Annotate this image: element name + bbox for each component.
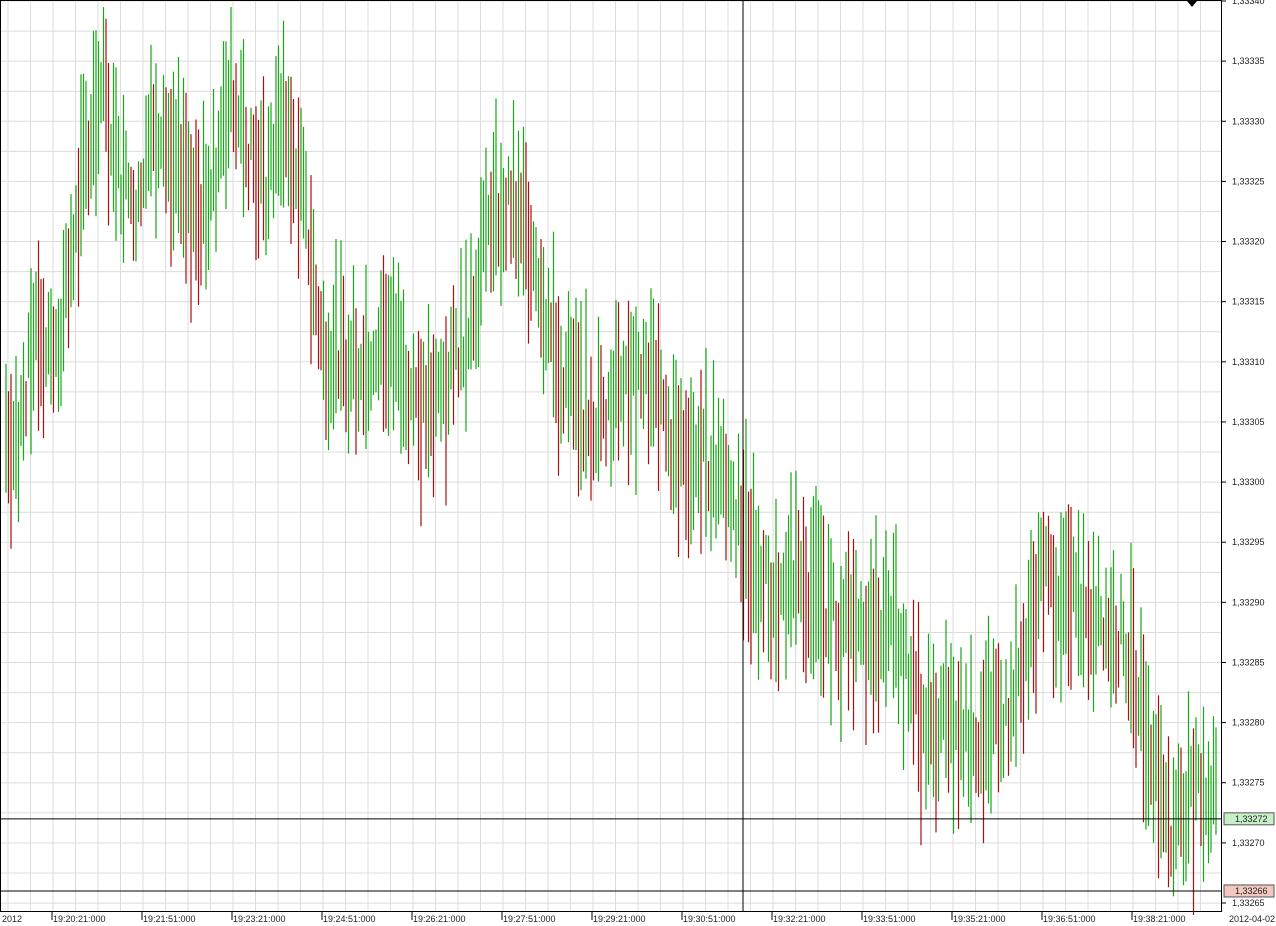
y-tick-label: 1,33265 <box>1232 898 1265 908</box>
y-tick-label: 1,33335 <box>1232 56 1265 66</box>
y-tick-label: 1,33340 <box>1232 0 1265 6</box>
y-tick-label: 1,33305 <box>1232 417 1265 427</box>
tick-chart[interactable]: 1,33340 1,33335 1,33330 1,33325 1,33320 1,333… <box>0 0 1276 926</box>
x-tick-label: 19:26:21:000 <box>413 914 466 924</box>
y-tick-label: 1,33300 <box>1232 477 1265 487</box>
x-tick-label: 19:29:21:000 <box>593 914 646 924</box>
x-tick-label: 19:38:21:000 <box>1133 914 1186 924</box>
x-tick-label: 19:24:51:000 <box>323 914 376 924</box>
y-tick-label: 1,33275 <box>1232 778 1265 788</box>
y-tick-label: 1,33315 <box>1232 297 1265 307</box>
y-tick-label: 1,33295 <box>1232 537 1265 547</box>
x-tick-label: 19:27:51:000 <box>503 914 556 924</box>
y-tick-label: 1,33320 <box>1232 237 1265 247</box>
x-tick-label: 19:36:51:000 <box>1043 914 1096 924</box>
y-tick-label: 1,33330 <box>1232 116 1265 126</box>
y-tick-label: 1,33270 <box>1232 838 1265 848</box>
x-tick-label: 19:23:21:000 <box>233 914 286 924</box>
x-tick-label: 19:20:21:000 <box>53 914 106 924</box>
time-axis[interactable]: 2012 19:20:21:000 19:21:51:000 19:23:21:000… <box>2 912 1275 924</box>
x-tick-label: 19:21:51:000 <box>143 914 196 924</box>
y-tick-label: 1,33310 <box>1232 357 1265 367</box>
x-tick-label: 2012 <box>2 914 22 924</box>
y-tick-label: 1,33280 <box>1232 718 1265 728</box>
y-tick-label: 1,33290 <box>1232 597 1265 607</box>
price-axis[interactable]: 1,33340 1,33335 1,33330 1,33325 1,33320 1,333… <box>1222 0 1265 908</box>
price-labels: 1,33272 1,33266 <box>1223 812 1275 898</box>
x-tick-label: 2012-04-02 <box>1229 914 1275 924</box>
bid-price-label: 1,33272 <box>1235 814 1268 824</box>
x-tick-label: 19:35:21:000 <box>953 914 1006 924</box>
y-tick-label: 1,33325 <box>1232 176 1265 186</box>
y-tick-label: 1,33285 <box>1232 657 1265 667</box>
x-tick-label: 19:30:51:000 <box>683 914 736 924</box>
ask-price-label: 1,33266 <box>1235 886 1268 896</box>
x-tick-label: 19:32:21:000 <box>773 914 826 924</box>
x-tick-label: 19:33:51:000 <box>863 914 916 924</box>
